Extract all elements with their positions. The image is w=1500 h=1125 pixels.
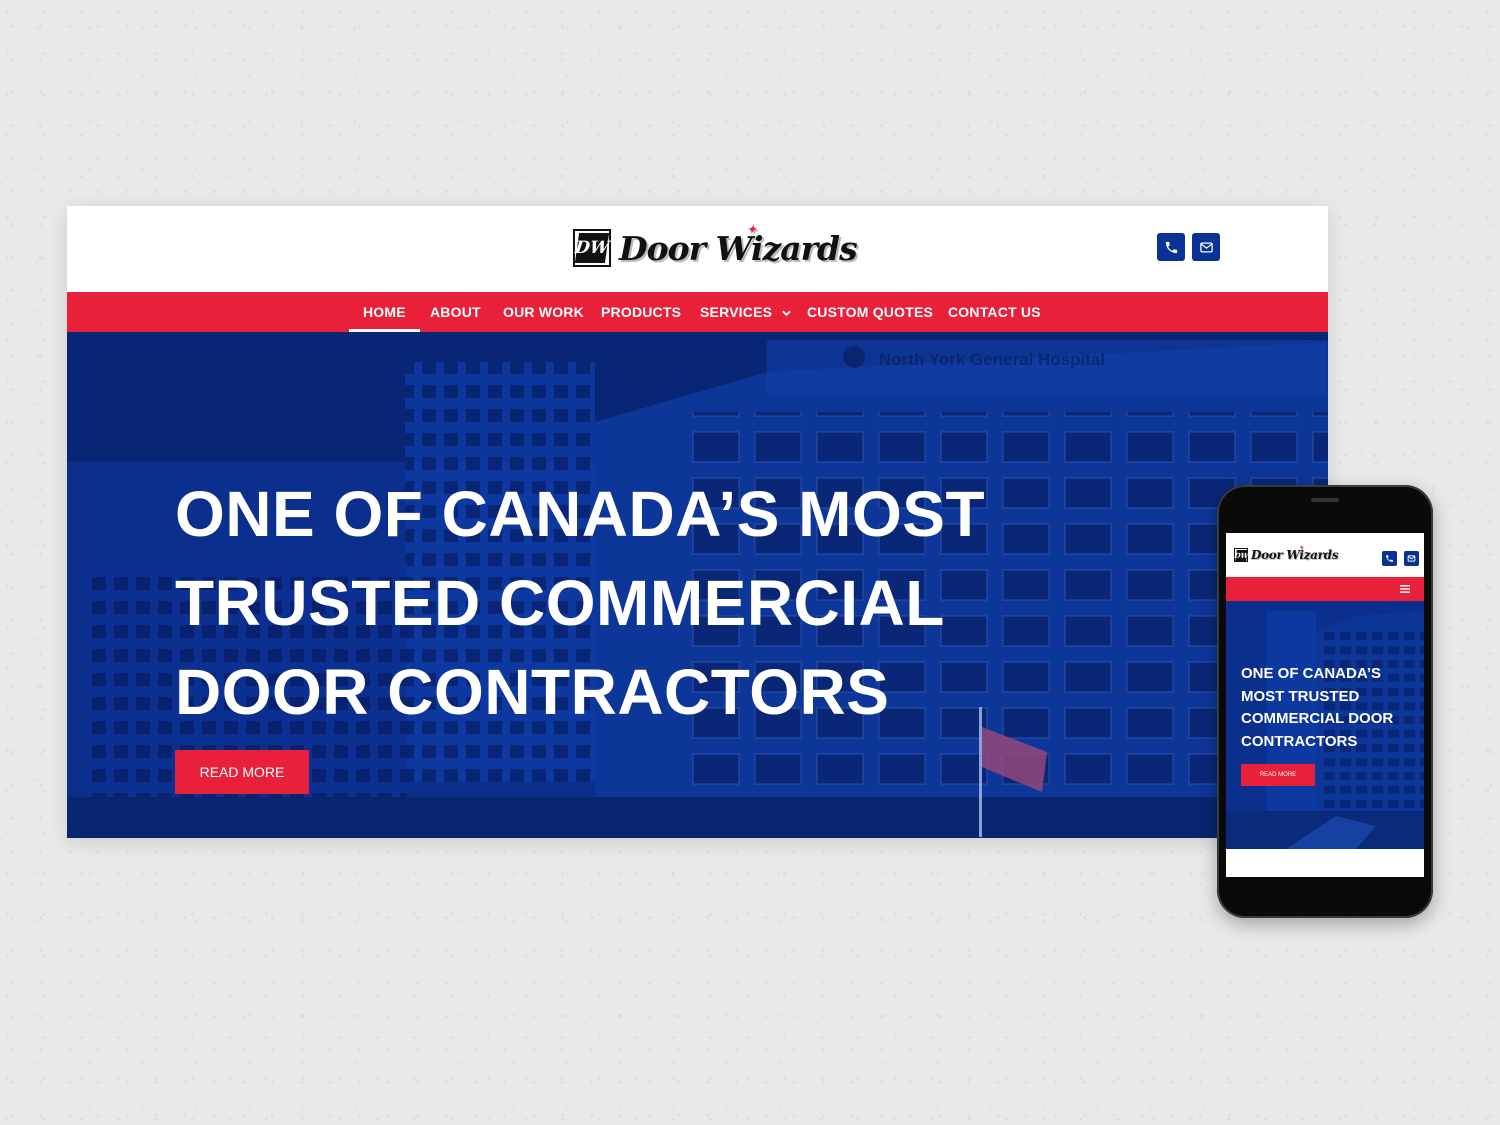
nav-item-contact-us[interactable]: CONTACT US (948, 292, 1041, 332)
email-button[interactable] (1192, 233, 1220, 261)
nav-item-label: OUR WORK (503, 304, 584, 320)
read-more-button[interactable]: READ MORE (175, 750, 309, 794)
phone-icon (1386, 555, 1393, 562)
main-nav: HOME ABOUT OUR WORK PRODUCTS SERVICES CU… (67, 292, 1328, 332)
mobile-email-button[interactable] (1404, 551, 1419, 566)
phone-speaker (1311, 498, 1339, 502)
nav-item-label: CONTACT US (948, 304, 1041, 320)
mobile-screen: DW Door Wizards ✦ ONE OF CANADA’S MOST T… (1226, 533, 1424, 877)
logo-text: Door Wizards (619, 228, 858, 268)
mobile-hero-section: ONE OF CANADA’S MOST TRUSTED COMMERCIAL … (1226, 601, 1424, 849)
nav-item-about[interactable]: ABOUT (430, 292, 481, 332)
chevron-down-icon (782, 310, 791, 317)
mobile-hero-title: ONE OF CANADA’S MOST TRUSTED COMMERCIAL … (1241, 665, 1394, 750)
nav-item-label: SERVICES (700, 304, 773, 320)
mobile-phone-button[interactable] (1382, 551, 1397, 566)
building-sign-text: North York General Hospital (879, 350, 1105, 369)
nav-item-label: PRODUCTS (601, 304, 682, 320)
hamburger-icon[interactable] (1400, 584, 1410, 594)
nav-item-custom-quotes[interactable]: CUSTOM QUOTES (807, 292, 933, 332)
logo-wordmark: Door Wizards ✦ (619, 223, 858, 268)
logo-monogram: DW (1233, 549, 1249, 561)
mobile-header: DW Door Wizards ✦ (1226, 533, 1424, 577)
site-logo[interactable]: DW Door Wizards ✦ (573, 223, 858, 270)
site-header: DW Door Wizards ✦ (67, 206, 1328, 292)
nav-item-our-work[interactable]: OUR WORK (503, 292, 584, 332)
maple-leaf-icon: ✦ (747, 222, 756, 236)
logo-monogram: DW (574, 233, 610, 263)
mobile-read-more-button[interactable]: READ MORE (1241, 764, 1315, 786)
nav-item-label: HOME (363, 304, 406, 320)
nav-item-label: ABOUT (430, 304, 481, 320)
mail-icon (1199, 242, 1213, 252)
nav-item-products[interactable]: PRODUCTS (601, 292, 681, 332)
desktop-website-mockup: DW Door Wizards ✦ HOME ABOUT OUR WORK PR… (67, 206, 1328, 838)
hero-title: ONE OF CANADA’S MOST TRUSTED COMMERCIAL … (175, 478, 986, 728)
nav-item-label: CUSTOM QUOTES (807, 304, 934, 320)
logo-mark-icon: DW (1233, 548, 1249, 562)
mobile-site-logo[interactable]: DW Door Wizards ✦ (1233, 545, 1339, 562)
hero-section: North York General Hospital ONE OF CANAD… (67, 332, 1328, 838)
nav-item-services[interactable]: SERVICES (700, 292, 791, 332)
maple-leaf-icon: ✦ (1299, 545, 1303, 551)
mobile-phone-mockup: DW Door Wizards ✦ ONE OF CANADA’S MOST T… (1217, 485, 1433, 918)
logo-text: Door Wizards (1251, 548, 1339, 562)
logo-mark-icon: DW (573, 229, 611, 267)
mobile-nav-bar (1226, 577, 1424, 601)
mail-icon (1407, 555, 1416, 562)
phone-button[interactable] (1157, 233, 1185, 261)
nav-item-home[interactable]: HOME (349, 292, 420, 332)
phone-icon (1165, 241, 1177, 253)
logo-wordmark: Door Wizards ✦ (1251, 545, 1339, 562)
